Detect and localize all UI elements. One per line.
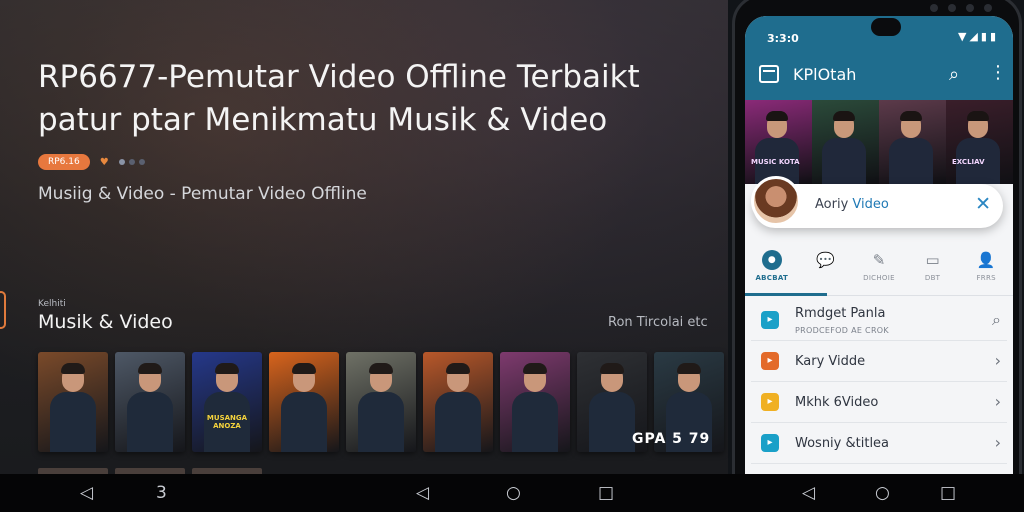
back-icon[interactable]: ◁ [80,483,93,503]
list-item[interactable]: ▸ Wosniy &titlea › [751,423,1007,464]
video-thumbnail[interactable] [115,352,185,452]
video-thumbnail-row: MUSANGA ANOZA [38,352,724,452]
list-item[interactable]: ▸ Kary Vidde › [751,341,1007,382]
tab-item[interactable]: 💬 [799,242,853,295]
chevron-right-icon[interactable]: › [995,392,1001,411]
tab-label: FRRS [976,274,996,282]
section-title: Musik & Video [38,311,173,333]
chevron-right-icon[interactable]: ⌕ [992,310,1001,330]
list-item-icon: ▸ [761,311,779,329]
featured-banner[interactable]: MUSIC KOTA EXCLIAV [745,100,1013,184]
back-icon[interactable]: ◁ [416,483,429,503]
phone-recents-icon[interactable]: □ [940,483,956,503]
video-thumbnail[interactable] [500,352,570,452]
tv-app-panel: RP6677-Pemutar Video Offline Terbaikt pa… [0,0,728,474]
list-item-title: Mkhk 6Video [795,395,879,410]
avatar [751,176,801,226]
tab-icon: ● [761,250,782,270]
carousel-dots[interactable] [118,159,145,165]
tab-icon: ▭ [925,251,940,269]
drawer-handle[interactable] [0,291,6,329]
nav-extra-glyph: 3 [156,483,167,503]
banner-tile[interactable] [812,100,879,184]
now-playing-label: Aoriy Video [815,197,889,212]
tab-item[interactable]: ● ABCBAT [745,242,826,296]
app-title: KPlOtah [793,65,857,84]
video-thumbnail[interactable] [38,352,108,452]
tab-bar: ● ABCBAT 💬 ✎ DICHOIE ▭ DBT 👤 FRRS [745,242,1013,296]
app-logo-icon [759,65,779,83]
chevron-right-icon[interactable]: › [995,433,1001,452]
chevron-right-icon[interactable]: › [995,351,1001,370]
list-item-title: Kary Vidde [795,354,866,369]
list-item[interactable]: ▸ Mkhk 6Video › [751,382,1007,423]
banner-caption: MUSIC KOTA [751,158,800,166]
list-item-title: Wosniy &titlea [795,436,890,451]
video-thumbnail[interactable]: MUSANGA ANOZA [192,352,262,452]
menu-list: ▸ Rmdget Panla PRODCEFOD AE CROK ⌕ ▸ Kary Vid… [745,300,1013,464]
app-bar: KPlOtah ⌕ ⋮ [745,52,1013,100]
section-see-all-link[interactable]: Ron Tircolai etc [608,315,708,330]
tab-icon: ✎ [872,251,886,269]
status-time: 3:3:0 [767,32,799,45]
tab-label: DICHOIE [863,274,895,282]
heart-icon[interactable]: ♥ [100,157,109,168]
system-nav-bar: ◁ 3 ◁ ○ □ ◁ ○ □ [0,474,1024,512]
tab-label: ABCBAT [755,274,789,282]
phone-screen: 3:3:0 ▼◢▮▮ KPlOtah ⌕ ⋮ MUSIC KOTA EXCLIAV… [745,16,1013,474]
search-icon[interactable]: ⌕ [949,64,959,85]
phone-back-icon[interactable]: ◁ [802,483,815,503]
phone-home-icon[interactable]: ○ [875,483,890,503]
video-thumbnail[interactable] [423,352,493,452]
tab-item[interactable]: 👤 FRRS [959,242,1013,295]
camera-notch [871,18,901,36]
home-icon[interactable]: ○ [506,483,521,503]
list-item-icon: ▸ [761,352,779,370]
list-item-title: Rmdget Panla [795,306,886,321]
now-playing-card[interactable]: Aoriy Video ✕ [751,176,1003,228]
recents-icon[interactable]: □ [598,483,614,503]
price-badge: RP6.16 [38,154,90,170]
banner-tile[interactable] [879,100,946,184]
list-item-icon: ▸ [761,393,779,411]
thumbnail-overlay-text: GPA 5 79 [632,431,711,447]
status-bar: 3:3:0 ▼◢▮▮ [745,16,1013,52]
tab-icon: 👤 [976,251,996,269]
hero-subtitle: Musiig & Video - Pemutar Video Offline [38,184,367,204]
video-thumbnail[interactable] [346,352,416,452]
list-item-icon: ▸ [761,434,779,452]
more-vert-icon[interactable]: ⋮ [989,62,1007,83]
tab-item[interactable]: ✎ DICHOIE [852,242,906,295]
banner-tile[interactable]: MUSIC KOTA [745,100,812,184]
banner-caption: EXCLIAV [952,158,985,166]
status-icons: ▼◢▮▮ [957,30,999,43]
tab-icon: 💬 [816,251,835,269]
close-icon[interactable]: ✕ [975,193,991,215]
hero-meta: RP6.16 ♥ [38,154,145,170]
hero-title: RP6677-Pemutar Video Offline Terbaikt pa… [38,59,640,138]
video-thumbnail[interactable] [269,352,339,452]
tab-label: DBT [924,274,941,282]
phone-sensors [930,4,992,12]
list-item-subtitle: PRODCEFOD AE CROK [795,326,889,335]
tab-item[interactable]: ▭ DBT [906,242,960,295]
banner-tile[interactable]: EXCLIAV [946,100,1013,184]
section-kicker: Kelhiti [38,299,66,309]
list-item[interactable]: ▸ Rmdget Panla PRODCEFOD AE CROK ⌕ [751,300,1007,341]
poster-title: MUSANGA ANOZA [206,414,248,430]
